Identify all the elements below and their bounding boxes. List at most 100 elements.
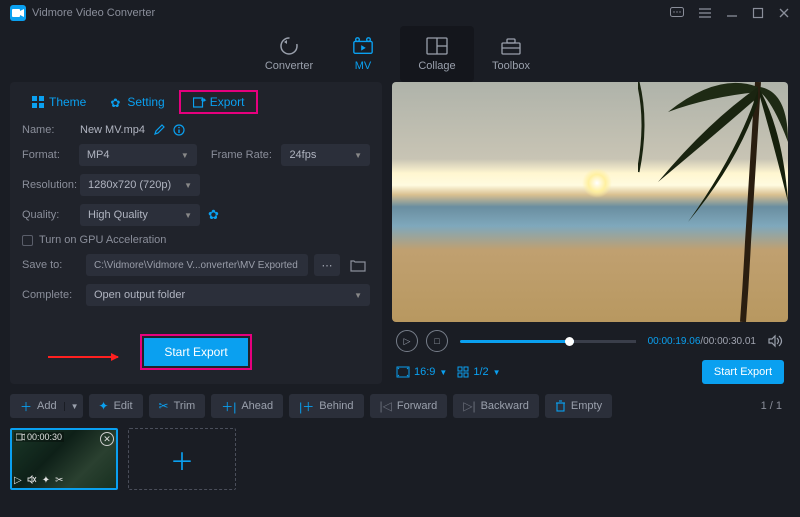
name-label: Name:: [22, 124, 80, 136]
trim-label: Trim: [174, 400, 196, 412]
volume-icon[interactable]: [768, 334, 784, 348]
gpu-checkbox-row[interactable]: Turn on GPU Acceleration: [22, 234, 370, 246]
info-icon[interactable]: [173, 124, 185, 136]
empty-label: Empty: [571, 400, 602, 412]
app-logo: [10, 5, 26, 21]
chevron-down-icon: ▼: [184, 211, 192, 220]
empty-button[interactable]: Empty: [545, 394, 612, 418]
collage-icon: [426, 36, 448, 56]
nav-converter-label: Converter: [265, 60, 313, 72]
ahead-button[interactable]: ＋| Ahead: [211, 394, 283, 418]
timeline: 00:00:30 ✕ ▷ ✦ ✂ ＋: [0, 428, 800, 500]
page-value: 1/2: [473, 366, 488, 378]
chevron-down-icon: ▼: [354, 151, 362, 160]
nav-toolbox[interactable]: Toolbox: [474, 26, 548, 82]
clip-thumbnail[interactable]: 00:00:30 ✕ ▷ ✦ ✂: [10, 428, 118, 490]
quality-value: High Quality: [88, 209, 148, 221]
resolution-label: Resolution:: [22, 179, 80, 191]
minimize-icon[interactable]: [726, 7, 738, 19]
backward-label: Backward: [481, 400, 529, 412]
bottom-toolbar: ＋Add▼ ✦Edit ✂Trim ＋|Ahead |＋Behind |◁For…: [0, 384, 800, 428]
add-label: Add: [37, 400, 57, 412]
add-button[interactable]: ＋Add▼: [10, 394, 83, 418]
aspect-icon: [396, 366, 410, 378]
chevron-down-icon: ▼: [439, 368, 447, 377]
app-title: Vidmore Video Converter: [32, 7, 670, 19]
backward-icon: ▷|: [463, 399, 475, 413]
toolbox-icon: [500, 36, 522, 56]
progress-bar[interactable]: [460, 340, 636, 343]
rename-icon[interactable]: [153, 124, 165, 136]
forward-label: Forward: [397, 400, 437, 412]
open-folder-icon[interactable]: [346, 254, 370, 276]
chevron-down-icon: ▼: [493, 368, 501, 377]
add-clip-button[interactable]: ＋: [128, 428, 236, 490]
ahead-icon: ＋|: [221, 398, 236, 415]
clip-mute-icon[interactable]: [27, 475, 37, 486]
close-icon[interactable]: [778, 7, 790, 19]
saveto-label: Save to:: [22, 259, 80, 271]
video-preview[interactable]: [392, 82, 788, 322]
nav-mv-label: MV: [355, 60, 372, 72]
complete-value: Open output folder: [94, 289, 185, 301]
behind-icon: |＋: [299, 398, 314, 415]
clip-edit-icon[interactable]: ✦: [42, 475, 50, 486]
nav-mv[interactable]: MV: [326, 26, 400, 82]
quality-label: Quality:: [22, 209, 80, 221]
subtab-setting[interactable]: ✿ Setting: [100, 90, 174, 114]
resolution-value: 1280x720 (720p): [88, 179, 171, 191]
behind-label: Behind: [319, 400, 353, 412]
nav-converter[interactable]: Converter: [252, 26, 326, 82]
mv-icon: [352, 36, 374, 56]
aspect-ratio-select[interactable]: 16:9 ▼: [396, 366, 447, 378]
clip-remove-icon[interactable]: ✕: [100, 432, 114, 446]
title-bar: Vidmore Video Converter: [0, 0, 800, 26]
preview-panel: ▷ □ 00:00:19.06/00:00:30.01 16:9 ▼ 1/2 ▼…: [392, 82, 788, 384]
saveto-path: C:\Vidmore\Vidmore V...onverter\MV Expor…: [86, 254, 308, 276]
chevron-down-icon: ▼: [181, 151, 189, 160]
ahead-label: Ahead: [241, 400, 273, 412]
chevron-down-icon: ▼: [354, 291, 362, 300]
aspect-value: 16:9: [414, 366, 435, 378]
subtab-setting-label: Setting: [127, 95, 164, 109]
page-select[interactable]: 1/2 ▼: [457, 366, 500, 378]
framerate-value: 24fps: [289, 149, 316, 161]
plus-icon: ＋: [20, 398, 32, 415]
quality-settings-icon[interactable]: ✿: [208, 207, 219, 223]
clip-play-icon[interactable]: ▷: [14, 475, 22, 486]
trim-button[interactable]: ✂Trim: [149, 394, 206, 418]
nav-collage-label: Collage: [418, 60, 455, 72]
time-display: 00:00:19.06/00:00:30.01: [648, 336, 756, 347]
chevron-down-icon: ▼: [184, 181, 192, 190]
maximize-icon[interactable]: [752, 7, 764, 19]
forward-icon: |◁: [380, 399, 392, 413]
start-export-button-right[interactable]: Start Export: [702, 360, 784, 384]
subtab-export-label: Export: [210, 95, 245, 109]
behind-button[interactable]: |＋ Behind: [289, 394, 363, 418]
quality-select[interactable]: High Quality ▼: [80, 204, 200, 226]
feedback-icon[interactable]: [670, 7, 684, 19]
backward-button[interactable]: ▷| Backward: [453, 394, 539, 418]
theme-icon: [32, 96, 44, 108]
menu-icon[interactable]: [698, 7, 712, 19]
resolution-select[interactable]: 1280x720 (720p) ▼: [80, 174, 200, 196]
play-button[interactable]: ▷: [396, 330, 418, 352]
stop-button[interactable]: □: [426, 330, 448, 352]
clip-trim-icon[interactable]: ✂: [55, 475, 63, 486]
subtab-theme[interactable]: Theme: [22, 90, 96, 114]
gear-icon: ✿: [110, 96, 122, 108]
framerate-select[interactable]: 24fps ▼: [281, 144, 370, 166]
browse-button[interactable]: ⋯: [314, 254, 340, 276]
edit-button[interactable]: ✦Edit: [89, 394, 143, 418]
complete-select[interactable]: Open output folder ▼: [86, 284, 370, 306]
format-select[interactable]: MP4▼: [79, 144, 197, 166]
export-icon: [193, 96, 205, 108]
start-export-button[interactable]: Start Export: [144, 338, 247, 366]
edit-label: Edit: [114, 400, 133, 412]
trash-icon: [555, 400, 566, 412]
nav-collage[interactable]: Collage: [400, 26, 474, 82]
export-panel: Theme ✿ Setting Export Name: New MV.mp4 …: [10, 82, 382, 384]
subtab-export[interactable]: Export: [179, 90, 259, 114]
forward-button[interactable]: |◁ Forward: [370, 394, 448, 418]
name-value: New MV.mp4: [80, 124, 145, 136]
